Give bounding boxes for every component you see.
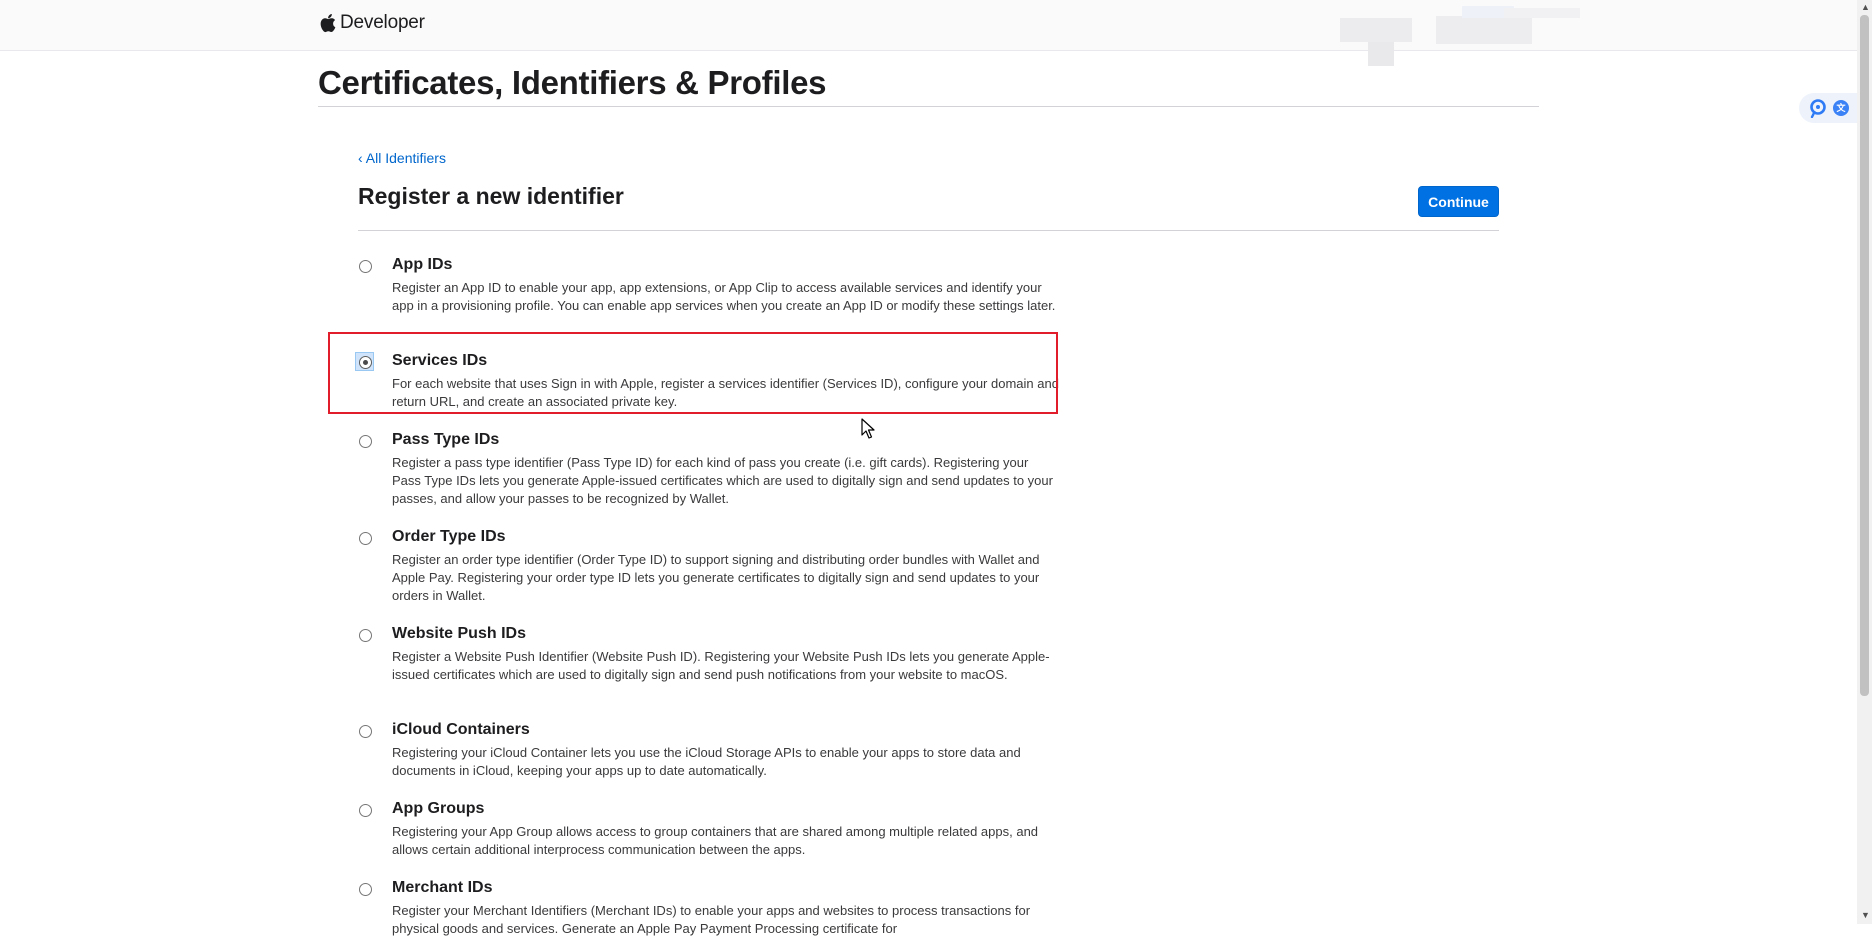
all-identifiers-link[interactable]: ‹ All Identifiers <box>358 150 446 166</box>
account-menu-redacted[interactable] <box>1340 6 1580 66</box>
radio-pass-type-ids[interactable] <box>359 435 372 448</box>
option-description: Register a Website Push Identifier (Webs… <box>392 649 1050 682</box>
section-title: Register a new identifier <box>358 183 624 209</box>
divider <box>318 106 1539 107</box>
radio-website-push-ids[interactable] <box>359 629 372 642</box>
radio-icloud-containers[interactable] <box>359 725 372 738</box>
brand-label: Developer <box>340 12 425 33</box>
option-name: Website Push IDs <box>392 625 526 642</box>
assistant-icon[interactable] <box>1808 98 1828 118</box>
option-description: Register an App ID to enable your app, a… <box>392 280 1056 313</box>
chevron-left-icon: ‹ <box>358 150 363 166</box>
scrollbar-thumb[interactable] <box>1860 15 1869 696</box>
option-description: Registering your App Group allows access… <box>392 824 1039 857</box>
radio-app-groups[interactable] <box>359 804 372 817</box>
radio-order-type-ids[interactable] <box>359 532 372 545</box>
developer-home-link[interactable]: Developer <box>319 12 425 34</box>
option-name: Merchant IDs <box>392 879 493 896</box>
radio-app-ids[interactable] <box>359 260 372 273</box>
option-description: Register your Merchant Identifiers (Merc… <box>392 903 1031 936</box>
scroll-down-arrow-icon[interactable]: ▼ <box>1861 910 1870 920</box>
divider <box>358 230 1499 231</box>
option-description: Register an order type identifier (Order… <box>392 552 1040 603</box>
mouse-pointer-icon <box>861 418 875 439</box>
translate-icon[interactable]: 文 <box>1833 100 1849 116</box>
option-description: Registering your iCloud Container lets y… <box>392 745 1021 778</box>
back-link-label: All Identifiers <box>365 150 446 166</box>
vertical-scrollbar[interactable]: ▲ ▼ <box>1857 0 1872 924</box>
option-name: Order Type IDs <box>392 528 506 545</box>
option-description: Register a pass type identifier (Pass Ty… <box>392 455 1053 506</box>
selection-highlight-box <box>328 332 1058 414</box>
option-name: App Groups <box>392 800 485 817</box>
continue-button[interactable]: Continue <box>1418 186 1499 217</box>
apple-logo-icon <box>320 14 336 33</box>
option-name: iCloud Containers <box>392 721 530 738</box>
option-name: App IDs <box>392 256 453 273</box>
top-nav-bar: Developer <box>0 0 1857 66</box>
scroll-up-arrow-icon[interactable]: ▲ <box>1861 2 1870 12</box>
page-title: Certificates, Identifiers & Profiles <box>318 64 827 101</box>
option-name: Pass Type IDs <box>392 431 500 448</box>
browser-extension-widget[interactable]: 文 <box>1799 93 1857 123</box>
radio-merchant-ids[interactable] <box>359 883 372 896</box>
